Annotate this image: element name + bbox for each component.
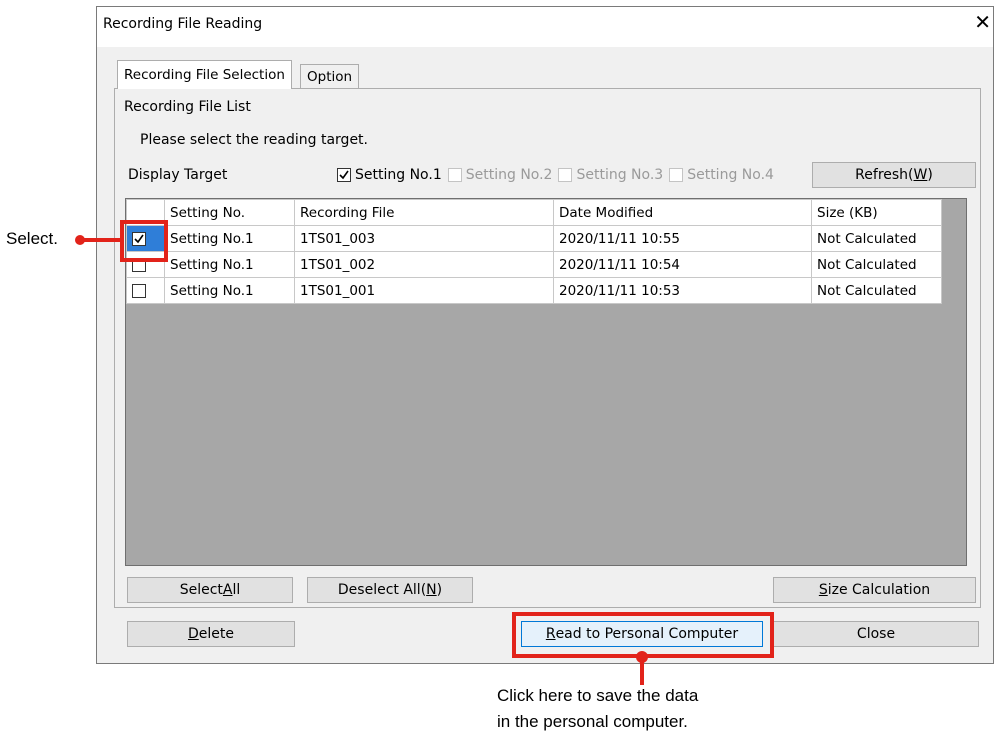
table-row[interactable]: Setting No.1 1TS01_003 2020/11/11 10:55 … bbox=[126, 225, 942, 252]
column-header-check bbox=[126, 199, 165, 226]
column-header-file[interactable]: Recording File bbox=[294, 199, 554, 226]
cell-size: Not Calculated bbox=[811, 277, 942, 304]
row-checkbox-cell[interactable] bbox=[126, 277, 165, 304]
setting-filter-3: Setting No.3 bbox=[558, 167, 663, 183]
button-label-suffix: elete bbox=[198, 626, 234, 642]
cell-file: 1TS01_002 bbox=[294, 251, 554, 278]
column-header-setting[interactable]: Setting No. bbox=[164, 199, 295, 226]
button-label-suffix: ) bbox=[436, 582, 443, 598]
button-label-suffix: ize Calculation bbox=[827, 582, 931, 598]
checkbox-unchecked[interactable] bbox=[132, 257, 146, 272]
button-label: Deselect All( bbox=[337, 582, 427, 598]
cell-setting: Setting No.1 bbox=[164, 251, 295, 278]
read-annotation-line-2: in the personal computer. bbox=[497, 712, 688, 731]
setting-filter-1[interactable]: Setting No.1 bbox=[337, 167, 442, 183]
column-header-date[interactable]: Date Modified bbox=[553, 199, 812, 226]
tab-recording-file-selection[interactable]: Recording File Selection bbox=[117, 60, 292, 89]
read-annotation-line-1: Click here to save the data bbox=[497, 686, 699, 705]
button-label: Refresh( bbox=[855, 167, 914, 183]
row-checkbox-cell[interactable] bbox=[126, 251, 165, 278]
table-header: Setting No. Recording File Date Modified… bbox=[126, 199, 942, 226]
select-annotation: Select. bbox=[6, 229, 58, 248]
button-label-suffix: ead to Personal Computer bbox=[555, 626, 739, 642]
recording-file-reading-dialog: Recording File Reading ✕ Recording File … bbox=[96, 6, 994, 664]
dialog-title: Recording File Reading bbox=[103, 16, 263, 32]
mnemonic: A bbox=[222, 582, 233, 598]
refresh-button[interactable]: Refresh(W) bbox=[812, 162, 976, 188]
close-button[interactable]: Close bbox=[773, 621, 979, 647]
tab-panel-recording-file-selection: Recording File List Please select the re… bbox=[114, 88, 981, 608]
close-icon[interactable]: ✕ bbox=[974, 12, 991, 32]
cell-setting: Setting No.1 bbox=[164, 225, 295, 252]
recording-file-grid: Setting No. Recording File Date Modified… bbox=[125, 198, 967, 566]
mnemonic: R bbox=[545, 626, 556, 642]
mnemonic: N bbox=[426, 582, 437, 598]
mnemonic: S bbox=[818, 582, 828, 598]
setting-filter-4: Setting No.4 bbox=[669, 167, 774, 183]
button-label: Close bbox=[856, 626, 896, 642]
checkbox-checked[interactable] bbox=[132, 231, 146, 246]
deselect-all-button[interactable]: Deselect All(N) bbox=[307, 577, 473, 603]
cell-file: 1TS01_001 bbox=[294, 277, 554, 304]
setting-filter-label: Setting No.2 bbox=[465, 167, 553, 183]
row-checkbox-cell[interactable] bbox=[126, 225, 165, 252]
cell-date: 2020/11/11 10:55 bbox=[553, 225, 812, 252]
table-row[interactable]: Setting No.1 1TS01_001 2020/11/11 10:53 … bbox=[126, 277, 942, 304]
setting-filters: Setting No.1 Setting No.2 Setting No.3 S… bbox=[337, 167, 774, 183]
group-label: Recording File List bbox=[124, 99, 251, 115]
mnemonic: D bbox=[188, 626, 199, 642]
setting-filter-label: Setting No.3 bbox=[576, 167, 664, 183]
checkbox-disabled bbox=[669, 168, 684, 182]
tab-option[interactable]: Option bbox=[300, 64, 360, 89]
setting-filter-label: Setting No.4 bbox=[687, 167, 774, 183]
checkbox-checked[interactable] bbox=[337, 168, 351, 182]
button-label-suffix: ) bbox=[927, 167, 933, 183]
checkbox-unchecked[interactable] bbox=[132, 283, 146, 298]
cell-size: Not Calculated bbox=[811, 251, 942, 278]
cell-setting: Setting No.1 bbox=[164, 277, 295, 304]
setting-filter-label: Setting No.1 bbox=[355, 167, 442, 183]
instruction-text: Please select the reading target. bbox=[140, 132, 368, 148]
recording-file-table: Setting No. Recording File Date Modified… bbox=[126, 199, 942, 304]
delete-button[interactable]: Delete bbox=[127, 621, 295, 647]
size-calculation-button[interactable]: Size Calculation bbox=[773, 577, 976, 603]
checkbox-disabled bbox=[447, 168, 462, 182]
cell-size: Not Calculated bbox=[811, 225, 942, 252]
button-label: Select bbox=[179, 582, 223, 598]
title-bar: Recording File Reading ✕ bbox=[97, 7, 993, 47]
column-header-size[interactable]: Size (KB) bbox=[811, 199, 942, 226]
mnemonic: W bbox=[913, 167, 928, 183]
select-connector-dot bbox=[75, 235, 85, 245]
cell-date: 2020/11/11 10:53 bbox=[553, 277, 812, 304]
button-label-suffix: ll bbox=[232, 582, 241, 598]
tab-label: Option bbox=[307, 69, 353, 85]
table-row[interactable]: Setting No.1 1TS01_002 2020/11/11 10:54 … bbox=[126, 251, 942, 278]
display-target-label: Display Target bbox=[128, 167, 228, 183]
setting-filter-2: Setting No.2 bbox=[447, 167, 553, 183]
read-to-personal-computer-button[interactable]: Read to Personal Computer bbox=[521, 621, 763, 647]
tab-label: Recording File Selection bbox=[124, 67, 285, 83]
checkbox-disabled bbox=[558, 168, 573, 182]
cell-file: 1TS01_003 bbox=[294, 225, 554, 252]
select-all-button[interactable]: Select All bbox=[127, 577, 293, 603]
cell-date: 2020/11/11 10:54 bbox=[553, 251, 812, 278]
